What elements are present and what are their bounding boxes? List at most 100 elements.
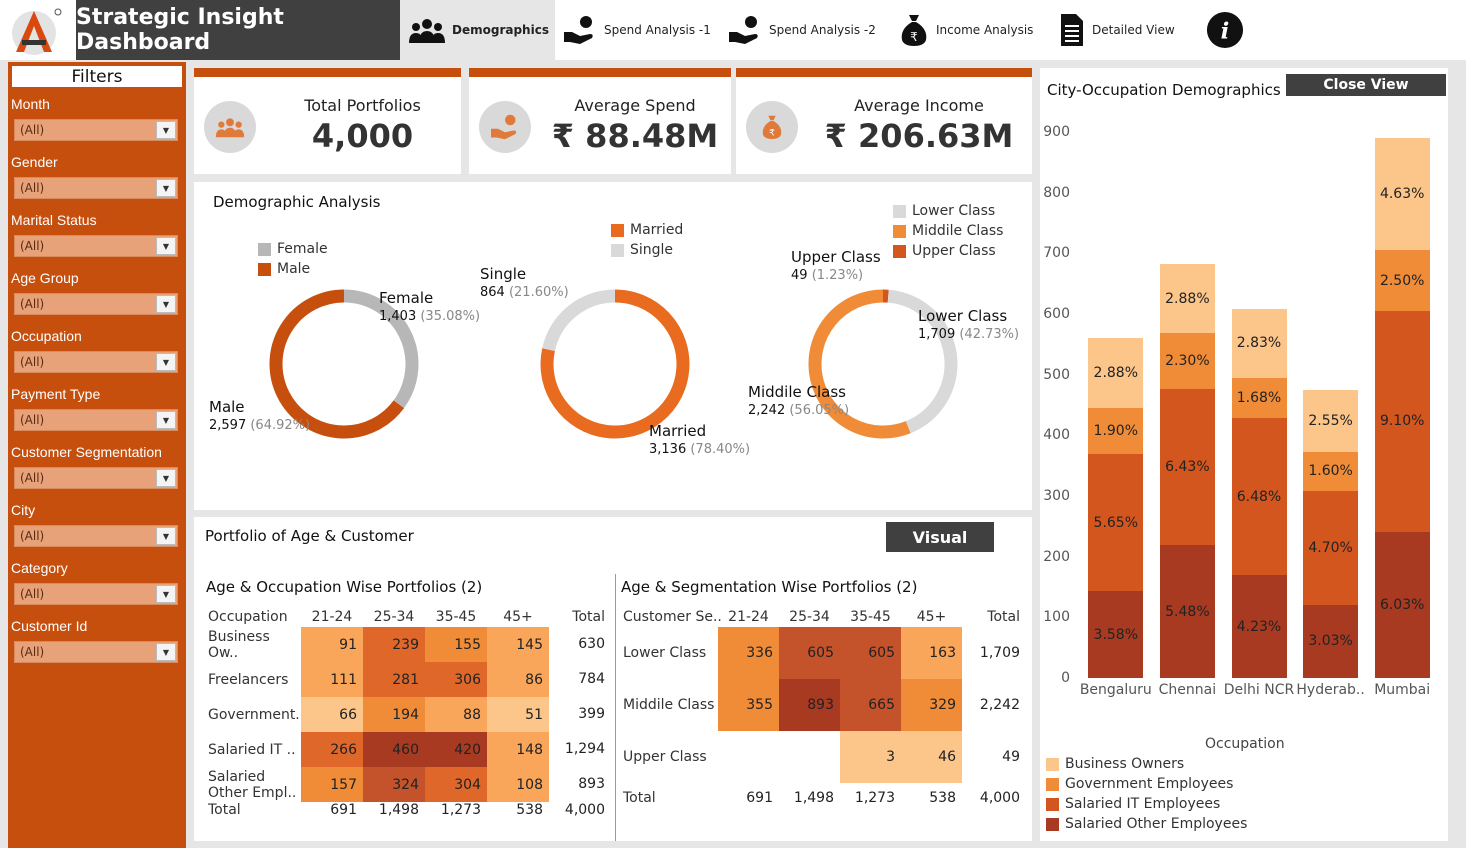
bar-segment[interactable]: 1.60%	[1303, 451, 1359, 491]
bar-segment[interactable]: 4.63%	[1374, 138, 1430, 251]
heatmap-cell[interactable]: 324	[363, 767, 425, 802]
heatmap-cell[interactable]: 91	[301, 627, 363, 662]
bar-segment[interactable]: 5.48%	[1159, 545, 1215, 678]
column-header[interactable]: 45+	[901, 609, 962, 625]
bar-segment[interactable]: 2.83%	[1231, 309, 1287, 378]
bar-segment[interactable]: 2.30%	[1159, 333, 1215, 390]
bar-segment[interactable]: 2.50%	[1374, 250, 1430, 311]
heatmap-cell[interactable]: 605	[779, 627, 840, 679]
heatmap-cell[interactable]: 157	[301, 767, 363, 802]
column-header[interactable]: 21-24	[301, 609, 363, 625]
chevron-down-icon[interactable]: ▼	[156, 237, 176, 255]
column-header[interactable]: Total	[962, 609, 1020, 625]
heatmap-cell[interactable]: 893	[779, 679, 840, 731]
heatmap-cell[interactable]: 304	[425, 767, 487, 802]
heatmap-cell[interactable]: 145	[487, 627, 549, 662]
filter-select-gender[interactable]: (All) ▼	[14, 177, 178, 199]
heatmap-cell[interactable]: 306	[425, 662, 487, 697]
tab-income-analysis[interactable]: ₹ Income Analysis	[898, 0, 1043, 60]
chevron-down-icon[interactable]: ▼	[156, 643, 176, 661]
chevron-down-icon[interactable]: ▼	[156, 295, 176, 313]
bar-segment[interactable]: 3.03%	[1303, 604, 1359, 678]
legend-swatch	[611, 223, 624, 237]
bar-segment[interactable]: 1.90%	[1088, 408, 1144, 455]
filter-select-marital-status[interactable]: (All) ▼	[14, 235, 178, 257]
portfolio-panel: Portfolio of Age & Customer Visual Age &…	[194, 517, 1032, 841]
heatmap-cell[interactable]: 108	[487, 767, 549, 802]
bar-segment[interactable]: 2.88%	[1159, 263, 1215, 334]
chevron-down-icon[interactable]: ▼	[156, 353, 176, 371]
bar-segment[interactable]: 4.70%	[1303, 490, 1359, 605]
legend-item[interactable]: Business Owners	[1046, 756, 1184, 772]
chevron-down-icon[interactable]: ▼	[156, 411, 176, 429]
bar-segment[interactable]: 6.43%	[1159, 389, 1215, 546]
filter-select-age-group[interactable]: (All) ▼	[14, 293, 178, 315]
heatmap-cell[interactable]: 460	[363, 732, 425, 767]
legend-item[interactable]: Government Employees	[1046, 776, 1233, 792]
heatmap-cell[interactable]: 665	[840, 679, 901, 731]
heatmap-cell[interactable]: 163	[901, 627, 962, 679]
bar-segment[interactable]: 6.48%	[1231, 418, 1287, 576]
chevron-down-icon[interactable]: ▼	[156, 469, 176, 487]
column-header[interactable]: 25-34	[363, 609, 425, 625]
legend-item[interactable]: Salaried Other Employees	[1046, 816, 1247, 832]
legend-item[interactable]: Salaried IT Employees	[1046, 796, 1220, 812]
legend-male: Male	[258, 261, 310, 277]
heatmap-cell[interactable]	[718, 731, 779, 783]
filter-select-customer-segmentation[interactable]: (All) ▼	[14, 467, 178, 489]
column-header[interactable]: Customer Se..	[623, 609, 722, 625]
column-header[interactable]: 45+	[487, 609, 549, 625]
heatmap-cell[interactable]: 281	[363, 662, 425, 697]
chevron-down-icon[interactable]: ▼	[156, 585, 176, 603]
heatmap-cell[interactable]	[779, 731, 840, 783]
heatmap-cell[interactable]: 266	[301, 732, 363, 767]
bar-segment[interactable]: 9.10%	[1374, 310, 1430, 532]
filter-select-city[interactable]: (All) ▼	[14, 525, 178, 547]
bar-segment[interactable]: 1.68%	[1231, 377, 1287, 419]
column-header[interactable]: Total	[549, 609, 605, 625]
column-header[interactable]: 21-24	[718, 609, 779, 625]
heatmap-cell[interactable]: 51	[487, 697, 549, 732]
heatmap-cell[interactable]: 3	[840, 731, 901, 783]
tab-demographics[interactable]: Demographics	[400, 0, 555, 60]
filter-select-customer-id[interactable]: (All) ▼	[14, 641, 178, 663]
bar-segment[interactable]: 2.88%	[1088, 338, 1144, 409]
heatmap-cell[interactable]: 194	[363, 697, 425, 732]
bar-segment[interactable]: 3.58%	[1088, 591, 1144, 678]
heatmap-cell[interactable]: 88	[425, 697, 487, 732]
column-header[interactable]: 35-45	[840, 609, 901, 625]
heatmap-cell[interactable]: 155	[425, 627, 487, 662]
chevron-down-icon[interactable]: ▼	[156, 527, 176, 545]
chevron-down-icon[interactable]: ▼	[156, 179, 176, 197]
heatmap-cell[interactable]: 605	[840, 627, 901, 679]
married-pct: (78.40%)	[690, 442, 751, 457]
heatmap-cell[interactable]: 329	[901, 679, 962, 731]
column-header[interactable]: Occupation	[208, 609, 288, 625]
bar-segment[interactable]: 6.03%	[1374, 531, 1430, 678]
heatmap-cell[interactable]: 66	[301, 697, 363, 732]
filter-select-occupation[interactable]: (All) ▼	[14, 351, 178, 373]
filter-select-payment-type[interactable]: (All) ▼	[14, 409, 178, 431]
column-header[interactable]: 25-34	[779, 609, 840, 625]
heatmap-cell[interactable]: 336	[718, 627, 779, 679]
bar-segment[interactable]: 4.23%	[1231, 575, 1287, 678]
info-button[interactable]: i	[1206, 0, 1250, 60]
filter-select-month[interactable]: (All) ▼	[14, 119, 178, 141]
heatmap-cell[interactable]: 148	[487, 732, 549, 767]
heatmap-cell[interactable]: 111	[301, 662, 363, 697]
heatmap-cell[interactable]: 239	[363, 627, 425, 662]
tab-spend-analysis-2[interactable]: Spend Analysis -2	[727, 0, 882, 60]
visual-button[interactable]: Visual	[886, 522, 994, 552]
filter-select-category[interactable]: (All) ▼	[14, 583, 178, 605]
column-header[interactable]: 35-45	[425, 609, 487, 625]
tab-spend-analysis-1[interactable]: Spend Analysis -1	[562, 0, 712, 60]
single-slice[interactable]	[542, 289, 616, 352]
tab-detailed-view[interactable]: Detailed View	[1058, 0, 1188, 60]
heatmap-cell[interactable]: 46	[901, 731, 962, 783]
heatmap-cell[interactable]: 86	[487, 662, 549, 697]
bar-segment[interactable]: 2.55%	[1303, 389, 1359, 452]
bar-segment[interactable]: 5.65%	[1088, 454, 1144, 592]
heatmap-cell[interactable]: 355	[718, 679, 779, 731]
heatmap-cell[interactable]: 420	[425, 732, 487, 767]
chevron-down-icon[interactable]: ▼	[156, 121, 176, 139]
